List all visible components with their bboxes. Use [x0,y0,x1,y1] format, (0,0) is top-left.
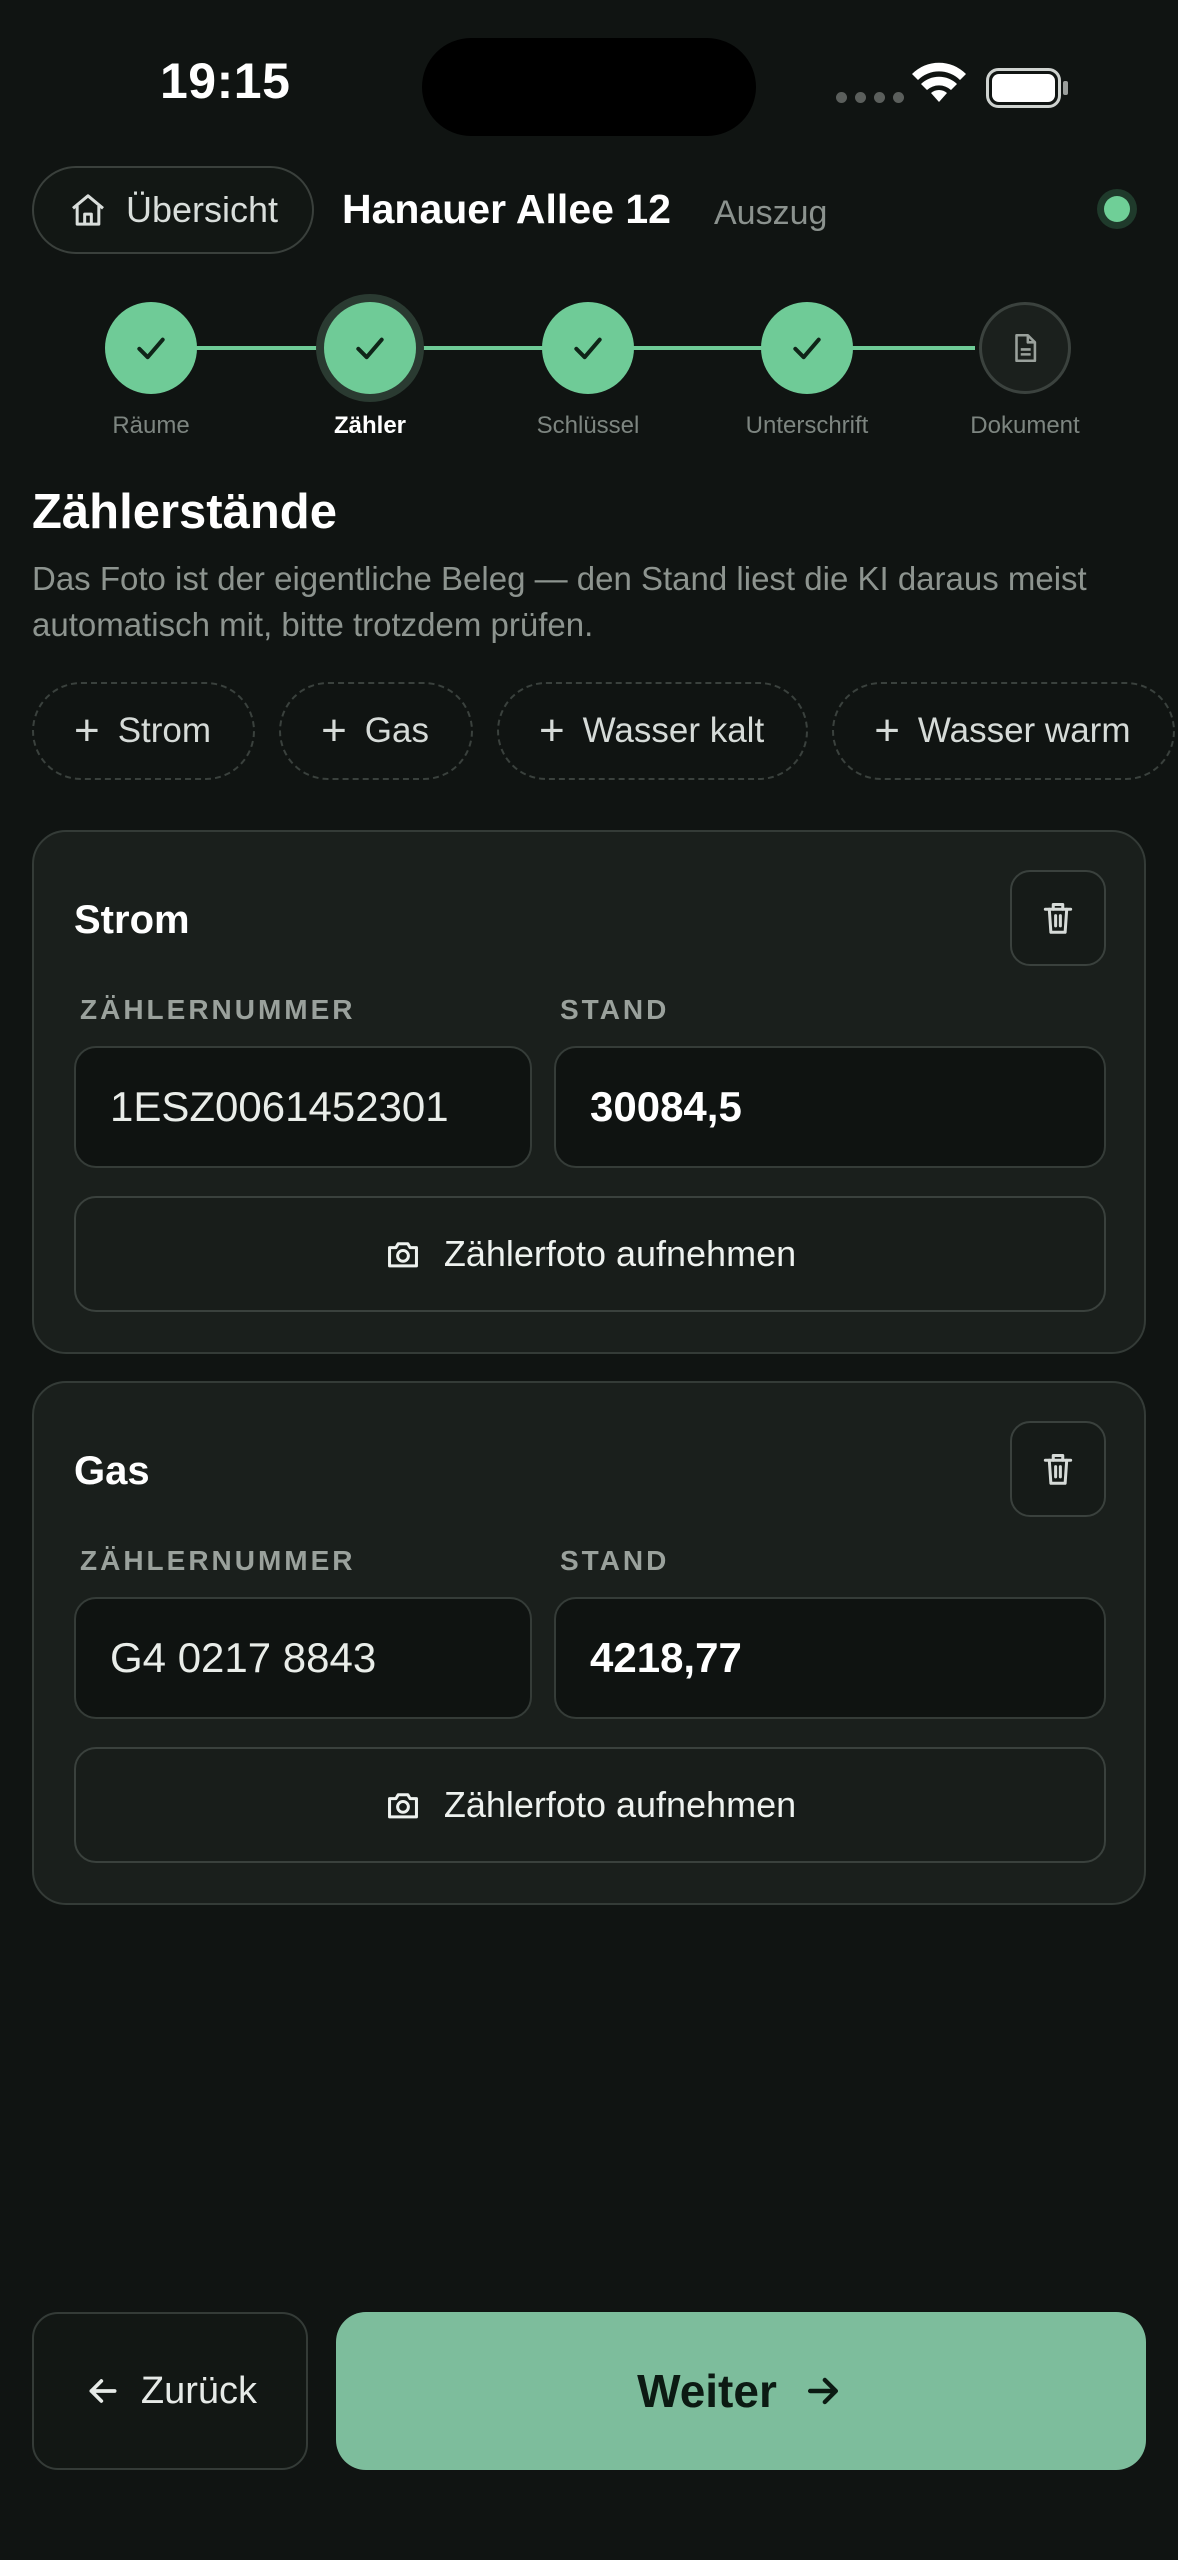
chip-label: Strom [117,711,212,750]
arrow-right-icon [807,2377,838,2405]
meter-title: Strom [74,898,190,942]
step-label: Räume [112,412,190,439]
battery-icon [986,68,1068,108]
plus-icon: + [538,706,565,755]
page-title: Zählerstände [32,485,337,539]
meter-stand-label: STAND [560,1545,670,1576]
overview-label: Übersicht [126,189,279,230]
check-icon [793,337,821,360]
delete-meter-button[interactable] [1010,1421,1106,1517]
step-schluessel[interactable] [542,302,634,394]
step-label: Dokument [970,412,1080,439]
back-button-label: Zurück [140,2369,258,2412]
step-unterschrift[interactable] [761,302,853,394]
chip-label: Wasser kalt [582,711,765,750]
status-time: 19:15 [160,53,291,109]
meter-number-label: ZÄHLERNUMMER [80,994,356,1025]
step-label: Unterschrift [745,412,869,439]
wifi-icon [912,62,966,102]
chip-label: Gas [364,711,429,750]
meter-card-strom: Strom ZÄHLERNUMMER STAND 1ESZ0061452301 … [32,830,1146,1354]
next-button-label: Weiter [637,2365,777,2417]
meter-stand-input[interactable]: 30084,5 [554,1046,1106,1168]
meter-number-label: ZÄHLERNUMMER [80,1545,356,1576]
dynamic-island [422,38,756,136]
cellular-signal-icon [836,92,904,103]
check-icon [356,337,384,360]
plus-icon: + [321,706,347,755]
next-button[interactable]: Weiter [336,2312,1146,2470]
trash-icon [1043,903,1073,934]
meter-stand-input[interactable]: 4218,77 [554,1597,1106,1719]
camera-icon [387,1793,418,1819]
add-strom-chip[interactable]: + Strom [32,682,256,780]
photo-button-label: Zählerfoto aufnehmen [443,1784,797,1825]
overview-button[interactable]: Übersicht [32,166,314,254]
add-meter-chips: + Strom + Gas + Wasser kalt + Wasser war… [32,682,1178,782]
meter-number-input[interactable]: G4 0217 8843 [74,1597,532,1719]
meter-number-input[interactable]: 1ESZ0061452301 [74,1046,532,1168]
delete-meter-button[interactable] [1010,870,1106,966]
plus-icon: + [74,706,100,755]
meter-title: Gas [74,1449,150,1493]
chip-label: Wasser warm [917,711,1131,750]
meter-stand-label: STAND [560,994,670,1025]
trash-icon [1043,1454,1073,1485]
take-meter-photo-button[interactable]: Zählerfoto aufnehmen [74,1196,1106,1312]
step-label: Zähler [333,412,407,439]
step-raeume[interactable] [105,302,197,394]
meter-card-gas: Gas ZÄHLERNUMMER STAND G4 0217 8843 4218… [32,1381,1146,1905]
page-description: Das Foto ist der eigentliche Beleg — den… [32,560,1087,643]
add-gas-chip[interactable]: + Gas [279,682,473,780]
add-wasser-kalt-chip[interactable]: + Wasser kalt [496,682,809,780]
step-label: Schlüssel [536,412,640,439]
take-meter-photo-button[interactable]: Zählerfoto aufnehmen [74,1747,1106,1863]
sync-status-indicator [1104,196,1130,222]
back-button[interactable]: Zurück [32,2312,308,2470]
check-icon [574,337,602,360]
home-icon [72,194,104,226]
arrow-left-icon [89,2379,117,2403]
step-dokument[interactable] [979,302,1071,394]
camera-icon [387,1242,418,1268]
property-address: Hanauer Allee 12 [342,186,671,232]
step-zaehler[interactable] [324,302,416,394]
add-wasser-warm-chip[interactable]: + Wasser warm [832,682,1175,780]
photo-button-label: Zählerfoto aufnehmen [443,1233,797,1274]
check-icon [137,337,165,360]
handover-mode: Auszug [714,194,828,232]
document-icon [1015,333,1037,363]
plus-icon: + [874,706,900,755]
